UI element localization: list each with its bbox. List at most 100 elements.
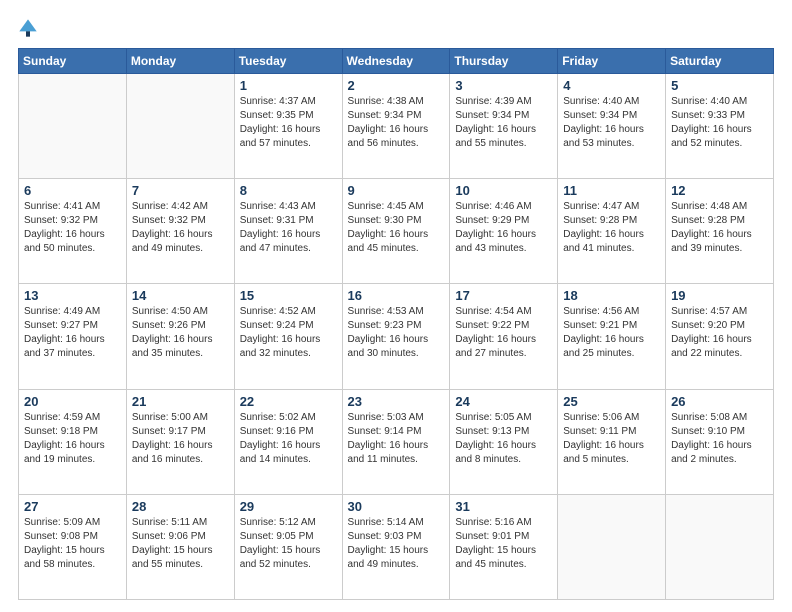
calendar-cell: 14 Sunrise: 4:50 AM Sunset: 9:26 PM Dayli… xyxy=(126,284,234,389)
day-info: Sunrise: 5:06 AM Sunset: 9:11 PM Dayligh… xyxy=(563,411,660,467)
day-info: Sunrise: 5:16 AM Sunset: 9:01 PM Dayligh… xyxy=(455,516,552,572)
calendar-cell: 6 Sunrise: 4:41 AM Sunset: 9:32 PM Daylig… xyxy=(19,179,127,284)
day-info: Sunrise: 4:40 AM Sunset: 9:33 PM Dayligh… xyxy=(671,95,768,151)
day-number: 14 xyxy=(132,288,229,303)
day-number: 16 xyxy=(348,288,445,303)
day-info: Sunrise: 5:05 AM Sunset: 9:13 PM Dayligh… xyxy=(455,411,552,467)
day-number: 19 xyxy=(671,288,768,303)
day-info: Sunrise: 4:49 AM Sunset: 9:27 PM Dayligh… xyxy=(24,305,121,361)
day-info: Sunrise: 5:02 AM Sunset: 9:16 PM Dayligh… xyxy=(240,411,337,467)
day-info: Sunrise: 4:54 AM Sunset: 9:22 PM Dayligh… xyxy=(455,305,552,361)
day-info: Sunrise: 4:50 AM Sunset: 9:26 PM Dayligh… xyxy=(132,305,229,361)
day-info: Sunrise: 4:53 AM Sunset: 9:23 PM Dayligh… xyxy=(348,305,445,361)
day-info: Sunrise: 4:47 AM Sunset: 9:28 PM Dayligh… xyxy=(563,200,660,256)
day-number: 27 xyxy=(24,499,121,514)
day-number: 8 xyxy=(240,183,337,198)
day-info: Sunrise: 4:42 AM Sunset: 9:32 PM Dayligh… xyxy=(132,200,229,256)
day-info: Sunrise: 4:48 AM Sunset: 9:28 PM Dayligh… xyxy=(671,200,768,256)
calendar-week-2: 6 Sunrise: 4:41 AM Sunset: 9:32 PM Daylig… xyxy=(19,179,774,284)
calendar-cell: 5Sunrise: 4:40 AM Sunset: 9:33 PM Daylig… xyxy=(666,74,774,179)
day-number: 7 xyxy=(132,183,229,198)
calendar-cell: 25 Sunrise: 5:06 AM Sunset: 9:11 PM Dayli… xyxy=(558,389,666,494)
day-number: 24 xyxy=(455,394,552,409)
day-number: 25 xyxy=(563,394,660,409)
weekday-header-thursday: Thursday xyxy=(450,49,558,74)
day-number: 6 xyxy=(24,183,121,198)
calendar-cell: 21 Sunrise: 5:00 AM Sunset: 9:17 PM Dayli… xyxy=(126,389,234,494)
day-number: 9 xyxy=(348,183,445,198)
weekday-header-row: SundayMondayTuesdayWednesdayThursdayFrid… xyxy=(19,49,774,74)
day-number: 17 xyxy=(455,288,552,303)
day-info: Sunrise: 5:11 AM Sunset: 9:06 PM Dayligh… xyxy=(132,516,229,572)
day-number: 11 xyxy=(563,183,660,198)
calendar-cell: 30Sunrise: 5:14 AM Sunset: 9:03 PM Dayli… xyxy=(342,494,450,599)
calendar-cell: 11 Sunrise: 4:47 AM Sunset: 9:28 PM Dayli… xyxy=(558,179,666,284)
calendar-cell: 27 Sunrise: 5:09 AM Sunset: 9:08 PM Dayli… xyxy=(19,494,127,599)
calendar-week-4: 20 Sunrise: 4:59 AM Sunset: 9:18 PM Dayli… xyxy=(19,389,774,494)
day-number: 12 xyxy=(671,183,768,198)
day-info: Sunrise: 4:46 AM Sunset: 9:29 PM Dayligh… xyxy=(455,200,552,256)
weekday-header-monday: Monday xyxy=(126,49,234,74)
calendar-cell: 15 Sunrise: 4:52 AM Sunset: 9:24 PM Dayli… xyxy=(234,284,342,389)
calendar-cell: 10Sunrise: 4:46 AM Sunset: 9:29 PM Dayli… xyxy=(450,179,558,284)
day-number: 3 xyxy=(455,78,552,93)
day-number: 2 xyxy=(348,78,445,93)
day-info: Sunrise: 4:41 AM Sunset: 9:32 PM Dayligh… xyxy=(24,200,121,256)
day-info: Sunrise: 5:12 AM Sunset: 9:05 PM Dayligh… xyxy=(240,516,337,572)
day-number: 4 xyxy=(563,78,660,93)
calendar-cell: 7 Sunrise: 4:42 AM Sunset: 9:32 PM Daylig… xyxy=(126,179,234,284)
calendar-cell: 4Sunrise: 4:40 AM Sunset: 9:34 PM Daylig… xyxy=(558,74,666,179)
calendar-week-3: 13 Sunrise: 4:49 AM Sunset: 9:27 PM Dayli… xyxy=(19,284,774,389)
calendar-cell xyxy=(666,494,774,599)
calendar-cell xyxy=(558,494,666,599)
calendar-cell: 29 Sunrise: 5:12 AM Sunset: 9:05 PM Dayli… xyxy=(234,494,342,599)
calendar-cell: 19Sunrise: 4:57 AM Sunset: 9:20 PM Dayli… xyxy=(666,284,774,389)
day-number: 23 xyxy=(348,394,445,409)
calendar-cell: 18Sunrise: 4:56 AM Sunset: 9:21 PM Dayli… xyxy=(558,284,666,389)
day-info: Sunrise: 5:09 AM Sunset: 9:08 PM Dayligh… xyxy=(24,516,121,572)
day-info: Sunrise: 4:56 AM Sunset: 9:21 PM Dayligh… xyxy=(563,305,660,361)
calendar-cell: 9 Sunrise: 4:45 AM Sunset: 9:30 PM Daylig… xyxy=(342,179,450,284)
calendar-cell: 16 Sunrise: 4:53 AM Sunset: 9:23 PM Dayli… xyxy=(342,284,450,389)
calendar-cell: 22 Sunrise: 5:02 AM Sunset: 9:16 PM Dayli… xyxy=(234,389,342,494)
header xyxy=(18,18,774,38)
day-number: 22 xyxy=(240,394,337,409)
calendar-cell: 3 Sunrise: 4:39 AM Sunset: 9:34 PM Daylig… xyxy=(450,74,558,179)
weekday-header-tuesday: Tuesday xyxy=(234,49,342,74)
weekday-header-sunday: Sunday xyxy=(19,49,127,74)
calendar-cell: 2 Sunrise: 4:38 AM Sunset: 9:34 PM Daylig… xyxy=(342,74,450,179)
day-info: Sunrise: 4:45 AM Sunset: 9:30 PM Dayligh… xyxy=(348,200,445,256)
page: SundayMondayTuesdayWednesdayThursdayFrid… xyxy=(0,0,792,612)
day-number: 13 xyxy=(24,288,121,303)
calendar-cell: 17 Sunrise: 4:54 AM Sunset: 9:22 PM Dayli… xyxy=(450,284,558,389)
day-info: Sunrise: 4:38 AM Sunset: 9:34 PM Dayligh… xyxy=(348,95,445,151)
calendar-cell: 28Sunrise: 5:11 AM Sunset: 9:06 PM Dayli… xyxy=(126,494,234,599)
day-info: Sunrise: 4:52 AM Sunset: 9:24 PM Dayligh… xyxy=(240,305,337,361)
day-number: 31 xyxy=(455,499,552,514)
calendar-cell xyxy=(19,74,127,179)
calendar-cell: 1 Sunrise: 4:37 AM Sunset: 9:35 PM Daylig… xyxy=(234,74,342,179)
day-info: Sunrise: 4:39 AM Sunset: 9:34 PM Dayligh… xyxy=(455,95,552,151)
day-number: 20 xyxy=(24,394,121,409)
day-number: 1 xyxy=(240,78,337,93)
day-info: Sunrise: 5:08 AM Sunset: 9:10 PM Dayligh… xyxy=(671,411,768,467)
day-info: Sunrise: 4:37 AM Sunset: 9:35 PM Dayligh… xyxy=(240,95,337,151)
weekday-header-saturday: Saturday xyxy=(666,49,774,74)
logo xyxy=(18,18,40,38)
calendar-cell: 31 Sunrise: 5:16 AM Sunset: 9:01 PM Dayli… xyxy=(450,494,558,599)
day-number: 26 xyxy=(671,394,768,409)
calendar-week-5: 27 Sunrise: 5:09 AM Sunset: 9:08 PM Dayli… xyxy=(19,494,774,599)
day-info: Sunrise: 5:00 AM Sunset: 9:17 PM Dayligh… xyxy=(132,411,229,467)
day-number: 21 xyxy=(132,394,229,409)
calendar-cell: 12 Sunrise: 4:48 AM Sunset: 9:28 PM Dayli… xyxy=(666,179,774,284)
day-number: 29 xyxy=(240,499,337,514)
logo-icon xyxy=(18,18,38,38)
calendar-cell: 13 Sunrise: 4:49 AM Sunset: 9:27 PM Dayli… xyxy=(19,284,127,389)
calendar-cell: 8Sunrise: 4:43 AM Sunset: 9:31 PM Daylig… xyxy=(234,179,342,284)
calendar-cell: 26 Sunrise: 5:08 AM Sunset: 9:10 PM Dayli… xyxy=(666,389,774,494)
day-info: Sunrise: 4:59 AM Sunset: 9:18 PM Dayligh… xyxy=(24,411,121,467)
calendar-cell: 20 Sunrise: 4:59 AM Sunset: 9:18 PM Dayli… xyxy=(19,389,127,494)
calendar-cell: 23Sunrise: 5:03 AM Sunset: 9:14 PM Dayli… xyxy=(342,389,450,494)
weekday-header-friday: Friday xyxy=(558,49,666,74)
day-number: 15 xyxy=(240,288,337,303)
